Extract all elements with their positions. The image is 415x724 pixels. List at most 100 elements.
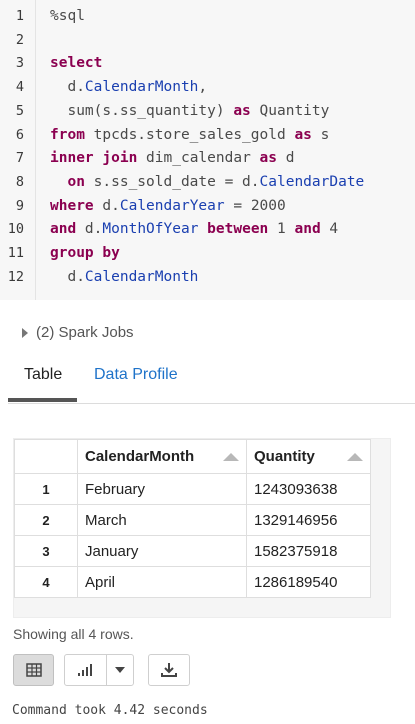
code-token: from xyxy=(50,126,85,143)
result-table-container: CalendarMonth Quantity 1 February 124309… xyxy=(13,438,391,618)
cell-quantity: 1243093638 xyxy=(246,473,371,505)
table-view-button[interactable] xyxy=(13,654,54,686)
code-token: Quantity xyxy=(250,102,330,119)
download-button[interactable] xyxy=(148,654,190,686)
code-token: MonthOfYear xyxy=(102,221,199,238)
result-tabs: Table Data Profile xyxy=(8,352,415,404)
chart-view-button[interactable] xyxy=(64,654,134,686)
table-row: 1 February 1243093638 xyxy=(14,473,371,505)
code-token: , xyxy=(198,79,208,96)
cell-quantity: 1582375918 xyxy=(246,535,371,567)
caret-right-icon xyxy=(22,327,28,338)
line-number: 2 xyxy=(15,31,24,48)
command-duration: Command took 4.42 seconds xyxy=(12,703,208,718)
code-line: from tpcds.store_sales_gold as s xyxy=(50,124,329,148)
code-token: d. xyxy=(50,268,85,285)
code-token: s xyxy=(311,126,330,143)
line-number: 7 xyxy=(15,150,24,167)
code-token: d. xyxy=(50,79,85,96)
row-index: 1 xyxy=(14,473,78,505)
active-tab-indicator xyxy=(8,398,77,402)
column-header-label: CalendarMonth xyxy=(85,448,195,465)
tab-data-profile[interactable]: Data Profile xyxy=(94,366,178,384)
line-number: 12 xyxy=(7,268,24,285)
column-header-quantity[interactable]: Quantity xyxy=(246,439,371,474)
column-header-label: Quantity xyxy=(254,448,315,465)
result-table: CalendarMonth Quantity 1 February 124309… xyxy=(14,439,371,598)
code-token: d. xyxy=(76,221,103,238)
code-line: sum(s.ss_quantity) as Quantity xyxy=(50,100,329,124)
bar-chart-icon xyxy=(78,664,92,676)
code-line: d.CalendarMonth xyxy=(50,266,198,290)
line-number-gutter: 1 2 3 4 5 6 7 8 9 10 11 12 xyxy=(0,0,36,300)
code-line: and d.MonthOfYear between 1 and 4 xyxy=(50,218,338,242)
row-index-header xyxy=(14,439,78,474)
download-icon xyxy=(161,663,177,677)
cell-calendarmonth: April xyxy=(77,566,247,598)
code-token: sum(s.ss_quantity) xyxy=(50,102,234,119)
table-header-row: CalendarMonth Quantity xyxy=(14,439,371,474)
column-header-calendarmonth[interactable]: CalendarMonth xyxy=(77,439,247,474)
code-token: d. xyxy=(93,197,120,214)
code-token: CalendarMonth xyxy=(84,268,199,285)
table-row: 3 January 1582375918 xyxy=(14,535,371,567)
code-token: CalendarYear xyxy=(119,197,225,214)
code-token: tpcds.store_sales_gold xyxy=(84,126,295,143)
code-token: 1 xyxy=(268,221,295,238)
code-token: 4 xyxy=(320,221,339,238)
sort-up-icon[interactable] xyxy=(223,453,239,461)
code-line: d.CalendarMonth, xyxy=(50,76,207,100)
code-token: s.ss_sold_date = d. xyxy=(84,173,260,190)
code-token: between xyxy=(207,221,269,238)
code-token: on xyxy=(50,173,85,190)
button-divider xyxy=(106,654,107,686)
row-index: 3 xyxy=(14,535,78,567)
code-line: group by xyxy=(50,242,120,266)
line-number: 10 xyxy=(7,221,24,238)
code-token: as xyxy=(294,126,312,143)
row-index: 4 xyxy=(14,566,78,598)
code-line: where d.CalendarYear = 2000 xyxy=(50,195,286,219)
spark-jobs-label: (2) Spark Jobs xyxy=(36,324,134,341)
code-token: dim_calendar xyxy=(137,150,260,167)
line-number: 1 xyxy=(15,8,24,24)
table-row: 4 April 1286189540 xyxy=(14,566,371,598)
cell-quantity: 1286189540 xyxy=(246,566,371,598)
code-token: CalendarDate xyxy=(259,173,365,190)
code-token: select xyxy=(50,55,103,72)
code-token: d xyxy=(277,150,295,167)
code-token: as xyxy=(233,102,251,119)
line-number: 4 xyxy=(15,79,24,96)
cell-calendarmonth: March xyxy=(77,504,247,536)
code-line: %sql xyxy=(50,5,85,29)
code-token: where xyxy=(50,197,94,214)
code-token: group by xyxy=(50,245,120,261)
code-line: inner join dim_calendar as d xyxy=(50,147,294,171)
code-token: = 2000 xyxy=(224,197,286,214)
line-number: 11 xyxy=(7,245,24,261)
row-index: 2 xyxy=(14,504,78,536)
table-row: 2 March 1329146956 xyxy=(14,504,371,536)
code-token: %sql xyxy=(50,8,85,24)
line-number: 6 xyxy=(15,126,24,143)
tab-table[interactable]: Table xyxy=(24,366,62,384)
line-number: 8 xyxy=(15,173,24,190)
line-number: 5 xyxy=(15,102,24,119)
row-count-status: Showing all 4 rows. xyxy=(13,626,134,642)
code-line: on s.ss_sold_date = d.CalendarDate xyxy=(50,171,364,195)
code-token: and xyxy=(50,221,77,238)
line-number: 9 xyxy=(15,197,24,214)
cell-calendarmonth: January xyxy=(77,535,247,567)
code-token: as xyxy=(259,150,277,167)
line-number: 3 xyxy=(15,55,24,72)
cell-calendarmonth: February xyxy=(77,473,247,505)
code-token: inner join xyxy=(50,150,138,167)
spark-jobs-toggle[interactable]: (2) Spark Jobs xyxy=(22,324,134,341)
table-grid-icon xyxy=(25,663,42,677)
code-token: CalendarMonth xyxy=(84,79,199,96)
caret-down-icon[interactable] xyxy=(115,667,125,673)
code-editor[interactable]: 1 2 3 4 5 6 7 8 9 10 11 12 %sql select d.CalendarMon… xyxy=(0,0,415,300)
code-line: select xyxy=(50,52,102,76)
sort-up-icon[interactable] xyxy=(347,453,363,461)
